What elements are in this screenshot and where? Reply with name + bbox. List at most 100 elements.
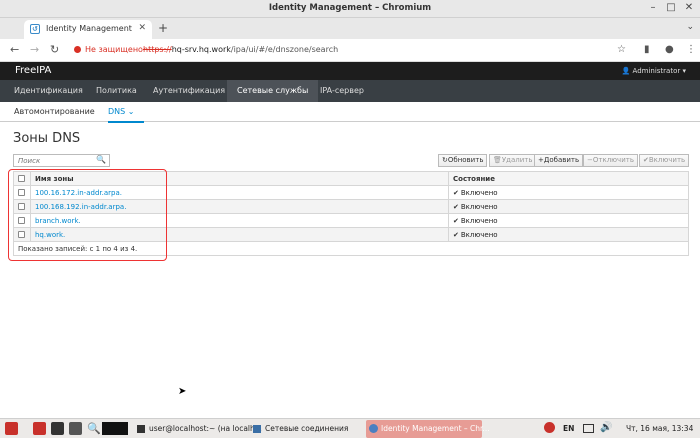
status-text: Включено <box>460 216 498 225</box>
search-input[interactable] <box>14 155 94 166</box>
page-title: Зоны DNS <box>13 131 81 146</box>
delete-button[interactable]: 🗑Удалить <box>489 154 537 167</box>
zone-status: ✔ Включено <box>448 213 689 228</box>
main-navigation: Идентификация Политика Аутентификация Се… <box>0 80 700 102</box>
zone-link[interactable]: branch.work. <box>30 213 449 228</box>
tab-search-chevron-icon[interactable]: ⌄ <box>686 22 694 32</box>
volume-icon[interactable]: 🔊 <box>600 422 613 435</box>
check-icon: ✔ <box>453 202 459 211</box>
row-checkbox[interactable] <box>18 189 25 196</box>
reload-icon[interactable]: ↻ <box>50 43 59 56</box>
search-icon[interactable]: 🔍 <box>96 155 106 164</box>
check-icon: ✔ <box>453 188 459 197</box>
minimize-icon[interactable]: – <box>646 2 660 13</box>
profile-icon[interactable]: ● <box>665 44 674 55</box>
window-title: Identity Management – Chromium <box>268 3 432 13</box>
freeipa-favicon-icon: ↺ <box>30 24 40 34</box>
col-status[interactable]: Состояние <box>448 171 689 186</box>
status-text: Включено <box>460 230 498 239</box>
row-checkbox-cell <box>13 185 31 200</box>
row-checkbox[interactable] <box>18 217 25 224</box>
nav-policy[interactable]: Политика <box>86 80 147 102</box>
disable-button[interactable]: −Отключить <box>583 154 638 167</box>
row-checkbox[interactable] <box>18 231 25 238</box>
status-text: Включено <box>460 188 498 197</box>
user-menu[interactable]: 👤 Administrator ▾ <box>622 67 686 75</box>
subnav-dns[interactable]: DNS ⌄ <box>108 107 146 123</box>
forward-icon[interactable]: → <box>30 43 39 56</box>
nav-identity[interactable]: Идентификация <box>4 80 93 102</box>
mouse-cursor-icon: ➤ <box>178 386 187 397</box>
table-row: hq.work. ✔ Включено <box>13 227 689 242</box>
new-tab-icon[interactable]: + <box>158 21 168 35</box>
address-bar[interactable]: https://hq-srv.hq.work/ipa/ui/#/e/dnszon… <box>143 45 338 54</box>
browser-menu-icon[interactable]: ⋮ <box>686 44 696 55</box>
taskbar: 🔍 user@localhost:~ (на localh... Сетевые… <box>0 418 700 438</box>
nav-network-services[interactable]: Сетевые службы <box>227 80 319 102</box>
tray-app-icon[interactable] <box>544 422 555 433</box>
bookmark-star-icon[interactable]: ☆ <box>617 44 626 55</box>
nav-ipa-server[interactable]: IPA-сервер <box>310 80 374 102</box>
row-checkbox-cell <box>13 213 31 228</box>
url-scheme: https:// <box>143 45 172 54</box>
refresh-label: Обновить <box>447 156 484 164</box>
table-row: 100.16.172.in-addr.arpa. ✔ Включено <box>13 185 689 200</box>
table-row: branch.work. ✔ Включено <box>13 213 689 228</box>
close-window-icon[interactable]: ✕ <box>682 2 696 13</box>
add-button[interactable]: +Добавить <box>534 154 584 167</box>
zone-link[interactable]: 100.168.192.in-addr.arpa. <box>30 199 449 214</box>
taskbar-terminal[interactable]: user@localhost:~ (на localh... <box>149 424 262 433</box>
close-tab-icon[interactable]: ✕ <box>138 23 146 33</box>
row-checkbox-cell <box>13 199 31 214</box>
dns-zones-table: Имя зоны Состояние 100.16.172.in-addr.ar… <box>13 171 689 256</box>
tab-title: Identity Management <box>46 24 132 33</box>
nav-authentication[interactable]: Аутентификация <box>143 80 235 102</box>
chevron-down-icon: ⌄ <box>127 107 135 116</box>
enable-button[interactable]: ✔Включить <box>639 154 690 167</box>
not-secure-icon[interactable] <box>74 46 81 53</box>
terminal-task-icon <box>137 425 145 433</box>
subnav-dns-label: DNS <box>108 107 126 116</box>
file-manager-icon[interactable] <box>33 422 46 435</box>
col-zone-name[interactable]: Имя зоны <box>30 171 449 186</box>
status-text: Включено <box>460 202 498 211</box>
clock[interactable]: Чт, 16 мая, 13:34 <box>626 424 693 433</box>
url-path: /ipa/ui/#/e/dnszone/search <box>230 45 339 54</box>
trash-icon: 🗑 <box>493 156 502 164</box>
search-launcher-icon[interactable]: 🔍 <box>87 422 101 435</box>
taskbar-browser[interactable]: Identity Management – Chr... <box>381 424 490 433</box>
display-icon[interactable] <box>583 424 594 433</box>
side-panel-icon[interactable]: ▮ <box>644 44 650 55</box>
zone-status: ✔ Включено <box>448 227 689 242</box>
url-host: hq-srv.hq.work <box>171 45 231 54</box>
network-task-icon <box>253 425 261 433</box>
select-all-checkbox[interactable] <box>18 175 25 182</box>
disable-label: Отключить <box>592 156 634 164</box>
app-menu-icon[interactable] <box>5 422 18 435</box>
table-header-row: Имя зоны Состояние <box>13 171 689 186</box>
table-row: 100.168.192.in-addr.arpa. ✔ Включено <box>13 199 689 214</box>
workspace-switcher-icon[interactable] <box>102 422 128 435</box>
user-name: Administrator <box>632 67 681 75</box>
tab-strip: ↺ Identity Management ✕ + ⌄ <box>0 18 700 39</box>
maximize-icon[interactable]: □ <box>664 2 678 13</box>
delete-label: Удалить <box>501 156 533 164</box>
browser-toolbar: ← → ↻ Не защищено https://hq-srv.hq.work… <box>0 39 700 62</box>
user-icon: 👤 <box>621 67 631 75</box>
zone-link[interactable]: 100.16.172.in-addr.arpa. <box>30 185 449 200</box>
ipa-header: FreeIPA 👤 Administrator ▾ <box>0 62 700 80</box>
taskbar-network[interactable]: Сетевые соединения <box>265 424 348 433</box>
zone-link[interactable]: hq.work. <box>30 227 449 242</box>
terminal-launcher-icon[interactable] <box>51 422 64 435</box>
zone-status: ✔ Включено <box>448 185 689 200</box>
not-secure-label[interactable]: Не защищено <box>85 45 143 54</box>
search-box: 🔍 <box>13 154 110 167</box>
keyboard-layout[interactable]: EN <box>563 424 574 433</box>
browser-tab[interactable]: ↺ Identity Management ✕ <box>24 20 152 39</box>
freeipa-logo: FreeIPA <box>15 65 52 76</box>
row-checkbox[interactable] <box>18 203 25 210</box>
refresh-button[interactable]: ↻Обновить <box>438 154 488 167</box>
subnav-automount[interactable]: Автомонтирование <box>14 107 95 116</box>
back-icon[interactable]: ← <box>10 43 19 56</box>
settings-launcher-icon[interactable] <box>69 422 82 435</box>
